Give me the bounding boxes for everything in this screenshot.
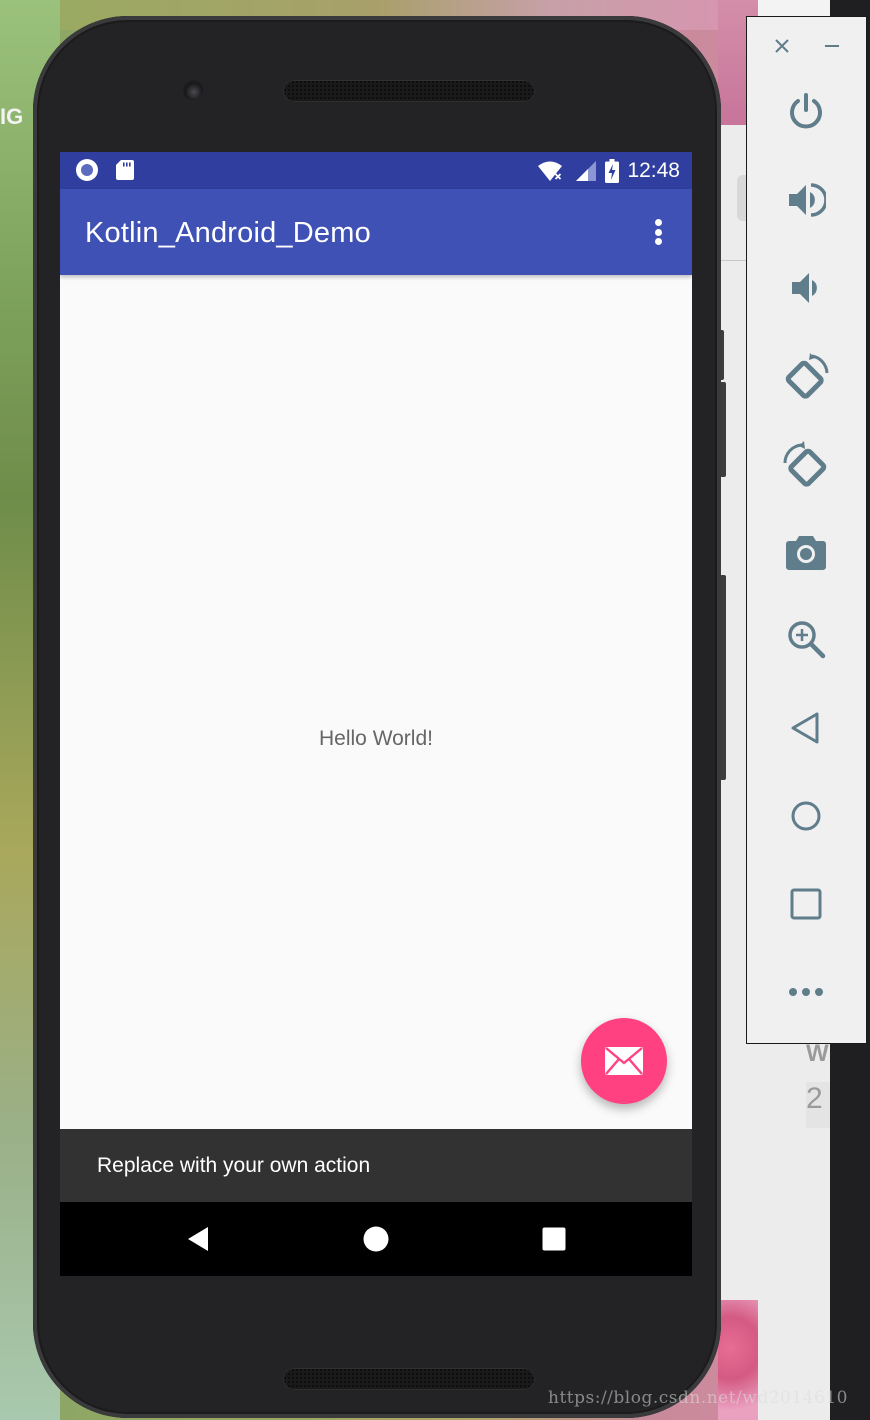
emulator-home-button[interactable]	[747, 786, 865, 846]
volume-down-icon	[792, 273, 817, 303]
rotate-right-icon	[783, 441, 827, 487]
zoom-button[interactable]	[747, 609, 865, 669]
minimize-icon	[825, 45, 839, 47]
emulator-overview-button[interactable]	[747, 874, 865, 934]
minimize-button[interactable]	[819, 33, 845, 59]
battery-charging-icon	[605, 159, 620, 183]
sync-circle-icon	[76, 159, 98, 181]
earpiece-speaker	[283, 80, 535, 102]
back-triangle-icon	[188, 1227, 208, 1251]
rotate-left-icon	[785, 353, 829, 399]
overview-square-icon	[790, 888, 822, 920]
background-fragment-letter: W	[806, 1040, 829, 1067]
more-vert-icon[interactable]	[644, 215, 672, 249]
emulator-back-button[interactable]	[747, 698, 865, 758]
watermark-text: https://blog.csdn.net/wd2014610	[548, 1388, 848, 1408]
recents-square-icon	[542, 1227, 566, 1251]
emulator-toolbar	[746, 16, 867, 1044]
home-icon	[791, 801, 821, 831]
volume-up-icon	[789, 183, 826, 217]
wifi-no-internet-icon	[538, 161, 563, 181]
status-clock: 12:48	[627, 159, 680, 182]
power-icon	[790, 93, 822, 129]
close-icon	[775, 39, 789, 53]
power-button[interactable]	[747, 82, 865, 142]
rotate-right-button[interactable]	[747, 435, 865, 495]
snackbar-message: Replace with your own action	[97, 1154, 371, 1177]
background-fragment-number: 2	[806, 1082, 830, 1128]
screenshot-button[interactable]	[747, 522, 865, 582]
bottom-speaker	[283, 1368, 535, 1390]
hello-world-text: Hello World!	[319, 727, 433, 750]
front-camera	[183, 80, 203, 100]
back-icon	[791, 712, 819, 744]
navigation-bar	[60, 1202, 692, 1276]
rotate-left-button[interactable]	[747, 347, 865, 407]
nav-recents-button[interactable]	[514, 1202, 594, 1276]
background-fragment-text: IG	[0, 104, 24, 129]
sd-card-icon	[116, 160, 134, 180]
volume-up-button[interactable]	[747, 170, 865, 230]
camera-icon	[786, 536, 826, 570]
cell-signal-icon	[576, 161, 597, 181]
email-icon	[605, 1047, 643, 1075]
more-horiz-icon	[789, 988, 823, 996]
status-bar: 12:48	[60, 152, 692, 189]
snackbar: Replace with your own action	[60, 1129, 692, 1202]
volume-down-button[interactable]	[747, 258, 865, 318]
close-button[interactable]	[769, 33, 795, 59]
app-title: Kotlin_Android_Demo	[85, 217, 371, 249]
nav-back-button[interactable]	[158, 1202, 238, 1276]
zoom-in-icon	[788, 621, 826, 659]
email-fab-button[interactable]	[581, 1018, 667, 1104]
device-screen: 12:48 Kotlin_Android_Demo Hello World! R…	[60, 152, 692, 1276]
toolbar: Kotlin_Android_Demo	[60, 189, 692, 275]
extended-controls-button[interactable]	[747, 962, 865, 1022]
nav-home-button[interactable]	[336, 1202, 416, 1276]
home-circle-icon	[363, 1226, 389, 1252]
